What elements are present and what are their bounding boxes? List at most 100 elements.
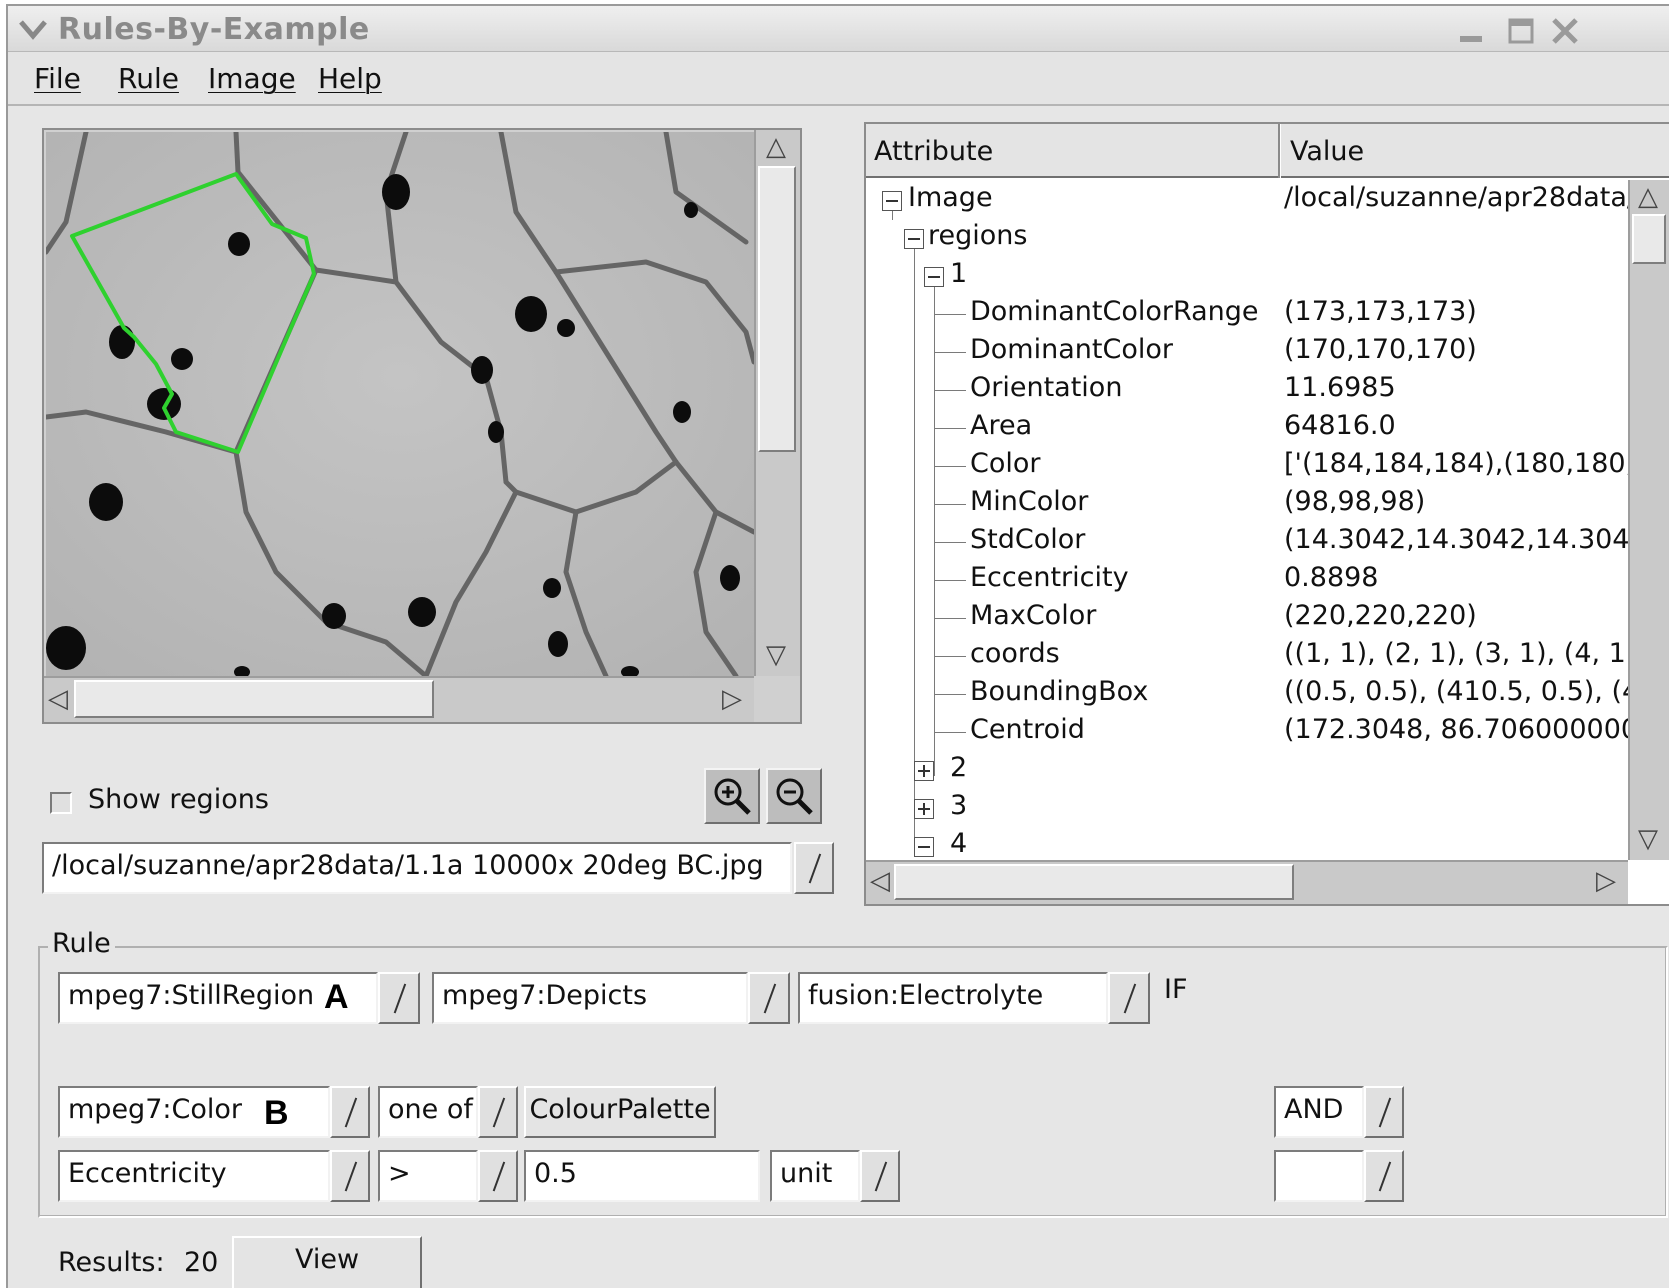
tree-label: DominantColor (970, 334, 1173, 365)
condition2-attribute-field[interactable]: Eccentricity (58, 1150, 330, 1202)
rule-predicate-dropdown-button[interactable] (748, 972, 790, 1024)
rule-subject-dropdown-button[interactable] (378, 972, 420, 1024)
window-title: Rules-By-Example (58, 12, 370, 47)
tree-label: 3 (950, 790, 968, 821)
image-path-dropdown-button[interactable] (794, 842, 834, 894)
collapse-icon[interactable] (904, 229, 924, 249)
viewer-hscroll-thumb[interactable] (74, 680, 434, 718)
view-results-button[interactable]: View (232, 1236, 422, 1288)
collapse-icon[interactable] (924, 267, 944, 287)
tree-row[interactable]: coords ((1, 1), (2, 1), (3, 1), (4, 1) (866, 638, 1628, 676)
menu-rule[interactable]: Rule (118, 62, 179, 95)
collapse-icon[interactable] (882, 191, 902, 211)
scroll-left-arrow-icon[interactable]: ◁ (870, 868, 890, 894)
tree-vertical-scrollbar[interactable]: △ ▽ (1628, 180, 1669, 860)
column-header-value[interactable]: Value (1290, 136, 1364, 167)
close-icon[interactable] (1550, 16, 1580, 46)
tree-row[interactable]: Centroid (172.3048, 86.70600000000 (866, 714, 1628, 752)
zoom-in-icon (714, 778, 751, 815)
condition2-value-input[interactable]: 0.5 (524, 1150, 760, 1202)
column-separator[interactable] (1278, 124, 1281, 178)
show-regions-checkbox[interactable] (50, 792, 72, 814)
condition2-connector-dropdown-button[interactable] (1364, 1150, 1404, 1202)
tree-label: MaxColor (970, 600, 1097, 631)
tree-row[interactable]: Area 64816.0 (866, 410, 1628, 448)
tree-label: MinColor (970, 486, 1089, 517)
tree-row-region-2[interactable]: 2 (866, 752, 1628, 790)
viewer-vertical-scrollbar[interactable]: △ ▽ (754, 130, 800, 676)
window-menu-chevron-icon[interactable] (18, 14, 48, 44)
tree-label: 1 (950, 258, 968, 289)
minimize-icon[interactable] (1456, 16, 1486, 46)
tree-row[interactable]: BoundingBox ((0.5, 0.5), (410.5, 0.5), (… (866, 676, 1628, 714)
tree-value: ((1, 1), (2, 1), (3, 1), (4, 1) (1284, 638, 1628, 669)
tree-row[interactable]: DominantColor (170,170,170) (866, 334, 1628, 372)
condition1-operator-dropdown-button[interactable] (478, 1086, 518, 1138)
menu-file[interactable]: File (34, 62, 81, 95)
tree-value: (220,220,220) (1284, 600, 1477, 631)
image-viewer: △ ▽ ◁ ▷ (42, 128, 802, 724)
tree-row-region-1[interactable]: 1 (866, 258, 1628, 296)
tree-label: Color (970, 448, 1041, 479)
expand-icon[interactable] (914, 761, 934, 781)
viewer-vscroll-thumb[interactable] (758, 166, 796, 452)
tree-hscroll-thumb[interactable] (894, 864, 1294, 900)
tree-row[interactable]: MinColor (98,98,98) (866, 486, 1628, 524)
condition1-operator-field[interactable]: one of (378, 1086, 478, 1138)
tree-row[interactable]: Eccentricity 0.8898 (866, 562, 1628, 600)
tree-value: (98,98,98) (1284, 486, 1426, 517)
rule-predicate-field[interactable]: mpeg7:Depicts (432, 972, 748, 1024)
title-bar[interactable]: Rules-By-Example (8, 6, 1669, 52)
tree-value: (172.3048, 86.70600000000 (1284, 714, 1628, 745)
tree-row-region-4[interactable]: 4 (866, 828, 1628, 860)
scroll-right-arrow-icon[interactable]: ▷ (1596, 868, 1616, 894)
collapse-icon[interactable] (914, 837, 934, 857)
tree-label: StdColor (970, 524, 1086, 555)
tree-row[interactable]: MaxColor (220,220,220) (866, 600, 1628, 638)
tree-value: (14.3042,14.3042,14.3042) (1284, 524, 1628, 555)
tree-row-region-3[interactable]: 3 (866, 790, 1628, 828)
condition2-operator-field[interactable]: > (378, 1150, 478, 1202)
scroll-up-arrow-icon[interactable]: △ (1638, 184, 1658, 210)
scroll-down-arrow-icon[interactable]: ▽ (766, 642, 786, 668)
zoom-in-button[interactable] (704, 768, 760, 824)
scroll-left-arrow-icon[interactable]: ◁ (48, 686, 68, 712)
menu-image[interactable]: Image (208, 62, 296, 95)
condition2-unit-dropdown-button[interactable] (860, 1150, 900, 1202)
viewer-horizontal-scrollbar[interactable]: ◁ ▷ (44, 676, 754, 722)
condition1-connector-field[interactable]: AND (1274, 1086, 1364, 1138)
tree-vscroll-thumb[interactable] (1632, 214, 1666, 264)
rule-object-field[interactable]: fusion:Electrolyte (798, 972, 1108, 1024)
expand-icon[interactable] (914, 799, 934, 819)
tree-label: 4 (950, 828, 968, 859)
rule-object-dropdown-button[interactable] (1108, 972, 1150, 1024)
condition2-attribute-dropdown-button[interactable] (330, 1150, 370, 1202)
scroll-down-arrow-icon[interactable]: ▽ (1638, 826, 1658, 852)
tree-row[interactable]: Orientation 11.6985 (866, 372, 1628, 410)
maximize-icon[interactable] (1506, 16, 1536, 46)
tree-label: Centroid (970, 714, 1085, 745)
image-path-field[interactable]: /local/suzanne/apr28data/1.1a 10000x 20d… (42, 842, 792, 894)
zoom-out-button[interactable] (766, 768, 822, 824)
tree-horizontal-scrollbar[interactable]: ◁ ▷ (866, 860, 1628, 904)
zoom-out-icon (776, 778, 813, 815)
condition1-attribute-dropdown-button[interactable] (330, 1086, 370, 1138)
condition1-attribute-field[interactable]: mpeg7:Color (58, 1086, 330, 1138)
condition2-operator-dropdown-button[interactable] (478, 1150, 518, 1202)
colour-palette-button[interactable]: ColourPalette (524, 1086, 716, 1138)
scroll-up-arrow-icon[interactable]: △ (766, 134, 786, 160)
tree-row-regions[interactable]: regions (866, 220, 1628, 258)
condition1-connector-dropdown-button[interactable] (1364, 1086, 1404, 1138)
tree-row[interactable]: Color ['(184,184,184),(180,180,1 (866, 448, 1628, 486)
tree-label: DominantColorRange (970, 296, 1259, 327)
column-header-attribute[interactable]: Attribute (874, 136, 993, 167)
micrograph-image[interactable] (46, 132, 754, 676)
scroll-right-arrow-icon[interactable]: ▷ (722, 686, 742, 712)
tree-row[interactable]: StdColor (14.3042,14.3042,14.3042) (866, 524, 1628, 562)
results-label: Results: (58, 1247, 165, 1278)
menu-help[interactable]: Help (318, 62, 382, 95)
tree-row[interactable]: DominantColorRange (173,173,173) (866, 296, 1628, 334)
condition2-unit-field[interactable]: unit (770, 1150, 860, 1202)
tree-row-image[interactable]: Image /local/suzanne/apr28data/1 (866, 182, 1628, 220)
condition2-connector-field[interactable] (1274, 1150, 1364, 1202)
